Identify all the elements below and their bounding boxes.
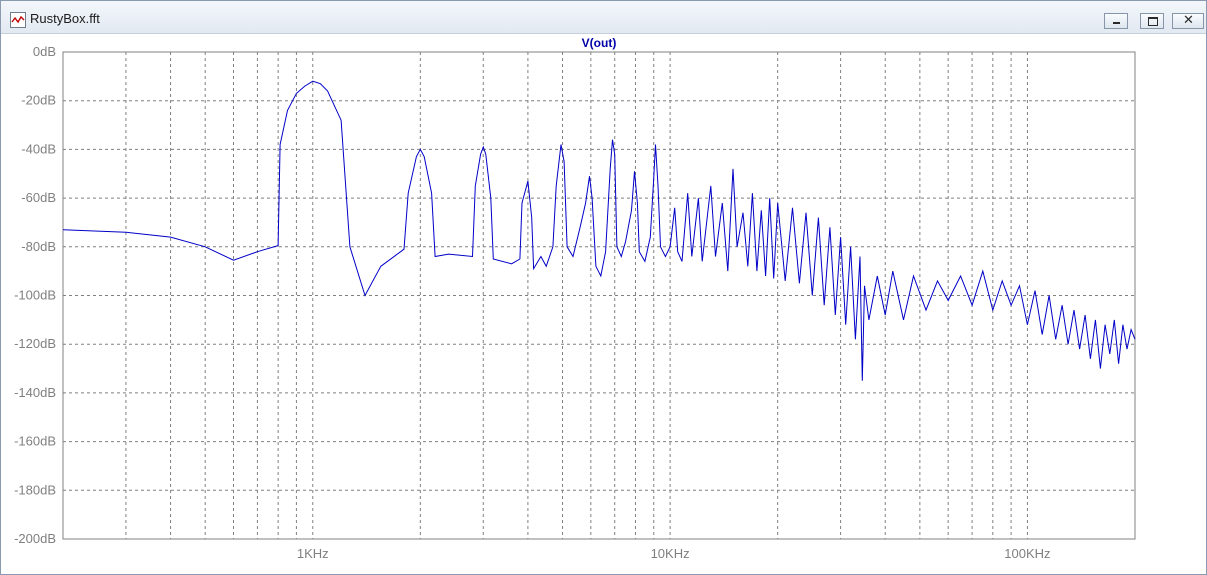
y-tick-label: -60dB (21, 190, 56, 205)
y-tick-label: -100dB (14, 288, 56, 303)
y-tick-label: -160dB (14, 434, 56, 449)
y-tick-label: -140dB (14, 385, 56, 400)
y-axis: 0dB -20dB -40dB -60dB -80dB -100dB -120dB -140d… (14, 44, 56, 546)
chart-title: V(out) (582, 36, 617, 50)
x-tick-label: 100KHz (1004, 546, 1050, 561)
grid (63, 52, 1135, 539)
y-tick-label: -120dB (14, 336, 56, 351)
x-tick-label: 1KHz (297, 546, 329, 561)
y-tick-label: -180dB (14, 482, 56, 497)
y-tick-label: 0dB (33, 44, 56, 59)
y-tick-label: -80dB (21, 239, 56, 254)
y-tick-label: -20dB (21, 93, 56, 108)
trace-v-out[interactable] (62, 80, 1136, 381)
y-tick-label: -200dB (14, 531, 56, 546)
fft-plot[interactable]: 0dB -20dB -40dB -60dB -80dB -100dB -120dB -140d… (0, 0, 1207, 575)
x-tick-label: 10KHz (651, 546, 690, 561)
y-tick-label: -40dB (21, 141, 56, 156)
x-axis: 1KHz 10KHz 100KHz (297, 546, 1051, 561)
